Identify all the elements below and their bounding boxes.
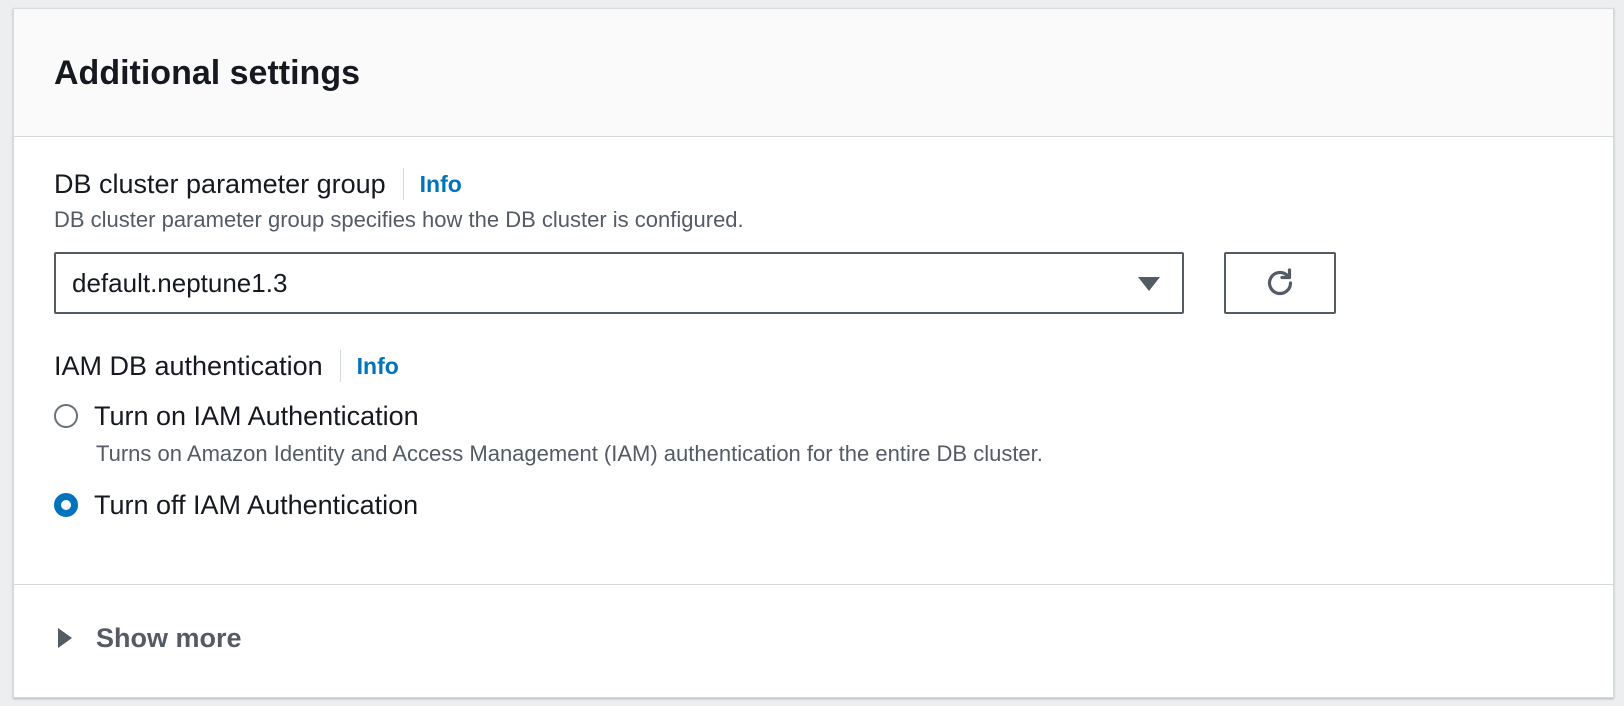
- caret-right-icon: [58, 628, 72, 648]
- label-divider: [339, 350, 341, 382]
- radio-button-unchecked[interactable]: [54, 404, 78, 428]
- iam-auth-info-link[interactable]: Info: [357, 349, 399, 383]
- refresh-button[interactable]: [1224, 252, 1336, 314]
- param-group-label: DB cluster parameter group: [54, 169, 386, 199]
- refresh-icon: [1267, 268, 1293, 296]
- param-group-info-link[interactable]: Info: [420, 167, 462, 201]
- show-more-expander[interactable]: Show more: [54, 621, 242, 655]
- radio-turn-on-iam[interactable]: Turn on IAM Authentication: [54, 399, 419, 433]
- radio-description: Turns on Amazon Identity and Access Mana…: [96, 441, 1043, 466]
- param-group-description: DB cluster parameter group specifies how…: [54, 207, 744, 232]
- additional-settings-panel: Additional settings DB cluster parameter…: [13, 8, 1614, 698]
- param-group-label-row: DB cluster parameter group Info: [54, 167, 462, 201]
- radio-label: Turn on IAM Authentication: [94, 401, 419, 431]
- show-more-label: Show more: [96, 623, 242, 653]
- label-divider: [402, 168, 404, 200]
- radio-button-checked[interactable]: [54, 493, 78, 517]
- panel-header: Additional settings: [14, 9, 1613, 137]
- panel-footer: Show more: [14, 584, 1613, 697]
- radio-label: Turn off IAM Authentication: [94, 490, 419, 520]
- param-group-select[interactable]: default.neptune1.3: [54, 252, 1184, 314]
- iam-auth-label: IAM DB authentication: [54, 351, 323, 381]
- radio-turn-off-iam[interactable]: Turn off IAM Authentication: [54, 488, 418, 522]
- caret-down-icon: [1138, 277, 1160, 291]
- panel-title: Additional settings: [54, 54, 360, 92]
- iam-auth-label-row: IAM DB authentication Info: [54, 349, 399, 383]
- param-group-selected-value: default.neptune1.3: [72, 267, 288, 298]
